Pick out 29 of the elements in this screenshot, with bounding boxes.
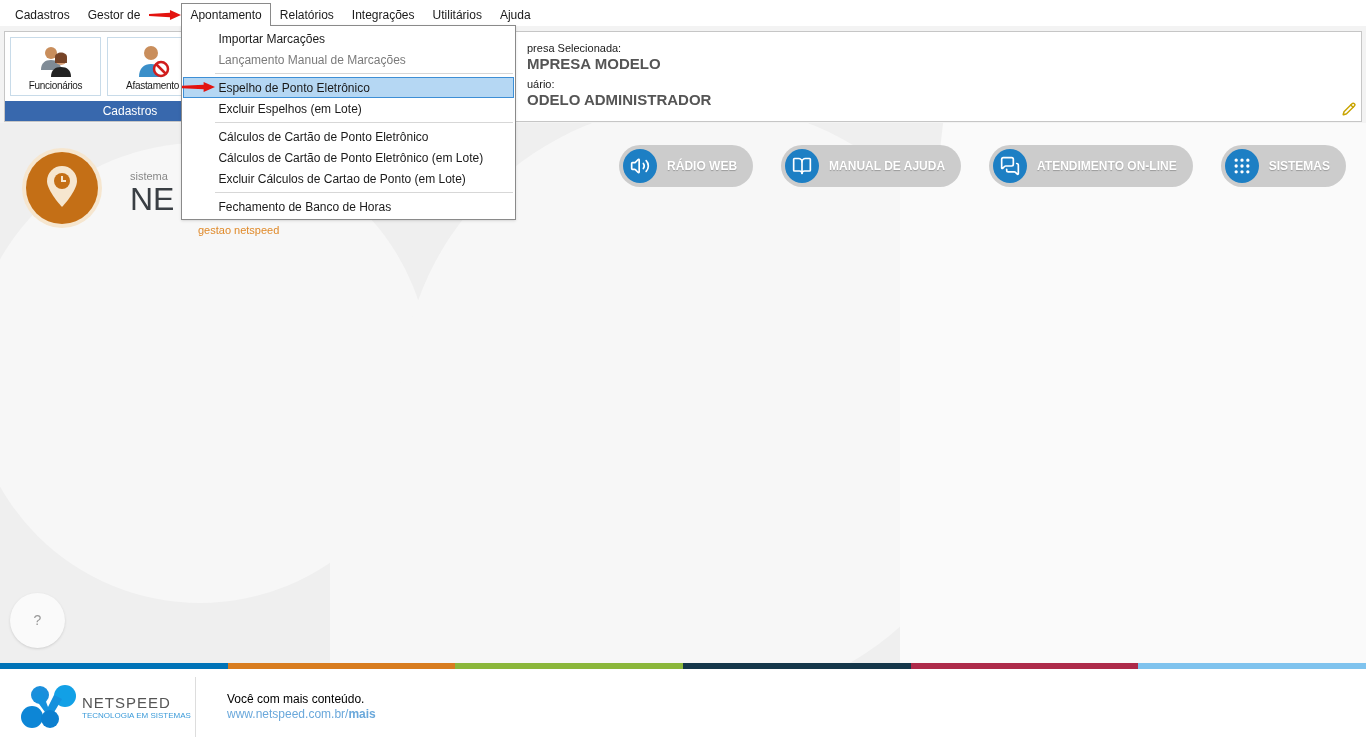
menu-item[interactable]: Gestor de (78, 3, 150, 26)
user-label: uário: (527, 78, 555, 90)
dropdown-item[interactable]: Excluir Cálculos de Cartao de Ponto (em Lote) (183, 168, 515, 189)
pencil-icon[interactable] (1342, 102, 1356, 116)
brand-name: NE (130, 182, 175, 216)
footer-text: Você com mais conteúdo. (227, 692, 366, 707)
dropdown-item[interactable]: Fechamento de Banco de Horas (183, 196, 515, 217)
book-icon (792, 156, 813, 176)
company-label: presa Selecionada: (527, 42, 622, 54)
speaker-icon (630, 156, 651, 176)
netspeed-logo-icon (20, 685, 78, 729)
menu-item[interactable]: Relatórios (270, 3, 343, 26)
user-name: ODELO ADMINISTRADOR (527, 90, 712, 110)
menu-item[interactable]: Cadastros (6, 3, 79, 26)
brand-tagline: gestao netspeed (198, 224, 280, 236)
people-icon (38, 44, 73, 78)
menu-item[interactable]: Integrações (342, 3, 424, 26)
brand-small: sistema (130, 171, 168, 182)
menu-item[interactable]: Utilitários (423, 3, 491, 26)
dropdown-item[interactable]: Espelho de Ponto Eletrônico (183, 77, 515, 98)
company-name: MPRESA MODELO (527, 54, 661, 74)
menu-item[interactable]: Apontamento (181, 3, 271, 26)
menu-item[interactable]: Ajuda (490, 3, 540, 26)
dropdown-item[interactable]: Cálculos de Cartão de Ponto Eletrônico (183, 126, 515, 147)
dropdown-item[interactable]: Cálculos de Cartão de Ponto Eletrônico (em Lote) (183, 147, 515, 168)
logo-tagline: TECNOLOGIA EM SISTEMAS (82, 710, 191, 720)
ribbon-button[interactable]: Funcionários (10, 37, 101, 96)
chat-icon (1000, 156, 1021, 176)
logo-name: NETSPEED (82, 694, 172, 711)
